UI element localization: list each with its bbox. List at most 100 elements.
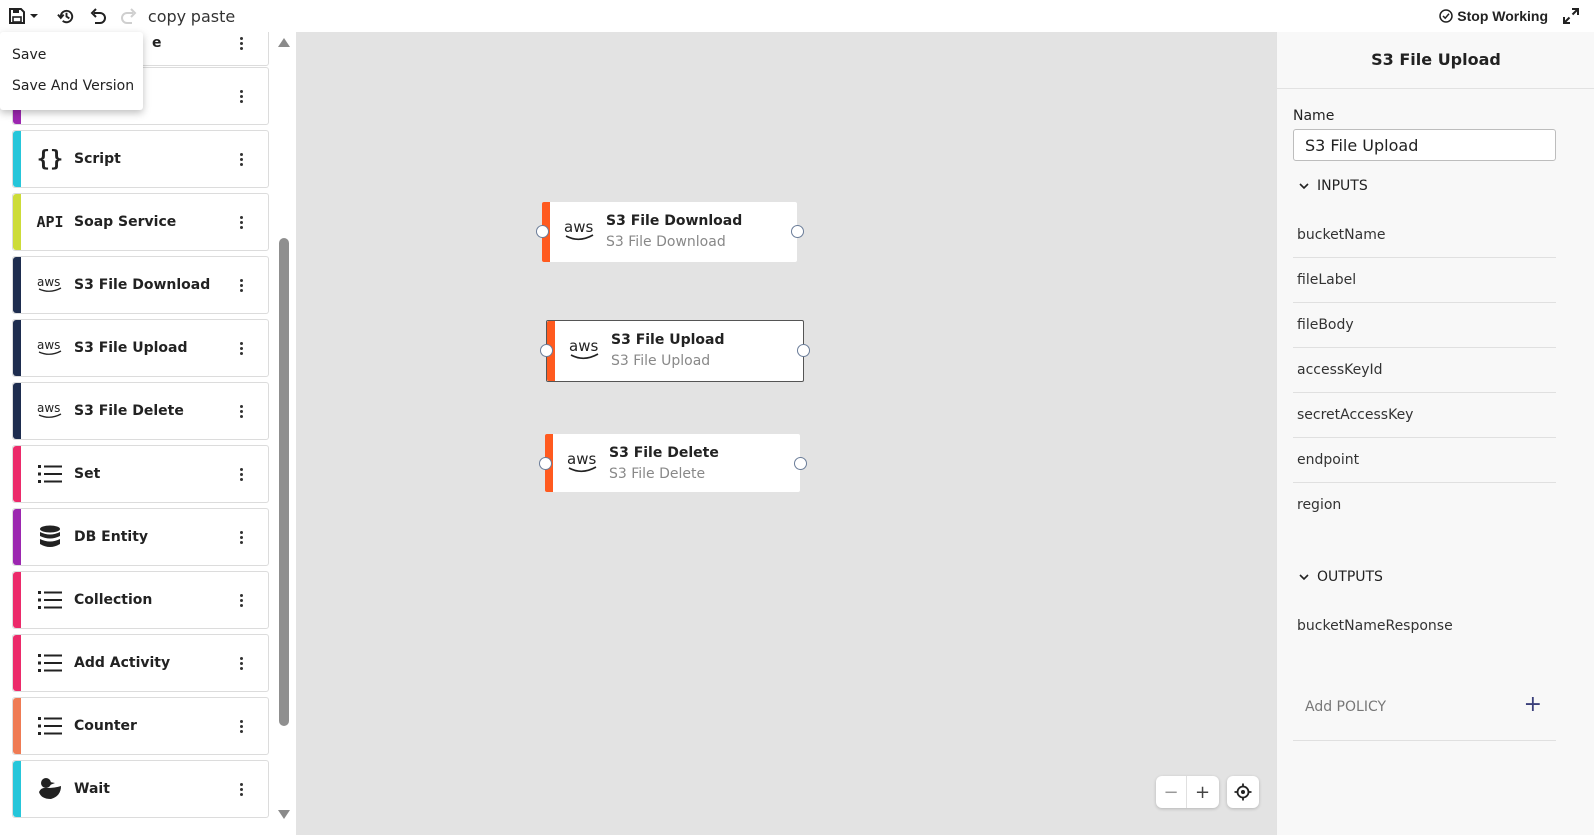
braces-icon: {} (36, 146, 64, 172)
add-policy-button[interactable]: + (1524, 692, 1542, 717)
database-icon (35, 522, 65, 552)
divider (1277, 88, 1594, 89)
palette-item-color-strip (13, 383, 21, 439)
redo-button[interactable] (118, 0, 140, 32)
api-icon: API (36, 213, 64, 231)
more-vert-icon[interactable] (234, 86, 248, 106)
fit-view-button[interactable] (1227, 776, 1259, 808)
node-input-port[interactable] (536, 225, 549, 238)
more-vert-icon[interactable] (234, 33, 248, 53)
palette-item-label: Counter (74, 718, 137, 734)
input-field-row[interactable]: endpoint (1293, 438, 1556, 483)
node-input-port[interactable] (539, 457, 552, 470)
duck-icon (35, 774, 65, 804)
palette-item-label: DB Entity (74, 529, 149, 545)
flow-node-s3-file-delete[interactable]: aws S3 File Delete S3 File Delete (539, 434, 807, 492)
save-dropdown-button[interactable] (5, 0, 41, 32)
palette-item-add-activity[interactable]: Add Activity (12, 634, 269, 692)
chevron-down-icon (29, 14, 38, 18)
node-subtitle: S3 File Download (606, 234, 726, 250)
aws-icon: aws (35, 396, 65, 426)
palette-item-s3-file-download[interactable]: aws S3 File Download (12, 256, 269, 314)
node-output-port[interactable] (797, 344, 810, 357)
svg-text:aws: aws (569, 337, 598, 355)
node-title: S3 File Upload (611, 332, 725, 348)
palette-item-db-entity[interactable]: DB Entity (12, 508, 269, 566)
scroll-up-arrow-icon[interactable] (278, 38, 290, 47)
more-vert-icon[interactable] (234, 212, 248, 232)
svg-text:aws: aws (37, 401, 60, 415)
input-field-row[interactable]: region (1293, 483, 1556, 528)
zoom-out-button[interactable]: − (1156, 776, 1187, 808)
more-vert-icon[interactable] (234, 779, 248, 799)
more-vert-icon[interactable] (234, 464, 248, 484)
svg-text:aws: aws (567, 450, 596, 468)
more-vert-icon[interactable] (234, 716, 248, 736)
palette-item-label: S3 File Download (74, 277, 211, 293)
history-button[interactable] (55, 0, 77, 32)
toolbar: copy paste Stop Working (0, 0, 1594, 32)
node-title: S3 File Delete (609, 445, 719, 461)
save-menu: Save Save And Version (0, 32, 143, 110)
node-output-port[interactable] (791, 225, 804, 238)
svg-text:aws: aws (564, 218, 593, 236)
svg-text:aws: aws (37, 338, 60, 352)
input-field-label: accessKeyId (1297, 362, 1383, 378)
palette-item-set[interactable]: Set (12, 445, 269, 503)
stop-working-label: Stop Working (1457, 8, 1548, 24)
input-field-label: fileBody (1297, 317, 1354, 333)
input-field-row[interactable]: bucketName (1293, 213, 1556, 258)
flow-canvas[interactable]: aws S3 File Download S3 File Download aw… (296, 32, 1276, 835)
node-subtitle: S3 File Delete (609, 466, 706, 482)
palette-item-script[interactable]: {} Script (12, 130, 269, 188)
inputs-section-toggle[interactable]: INPUTS (1299, 178, 1368, 194)
node-input-port[interactable] (540, 344, 553, 357)
more-vert-icon[interactable] (234, 527, 248, 547)
scroll-thumb[interactable] (279, 238, 289, 726)
save-menu-item-save[interactable]: Save (0, 40, 143, 71)
inputs-section-label: INPUTS (1317, 178, 1368, 194)
more-vert-icon[interactable] (234, 653, 248, 673)
copy-button[interactable]: copy (148, 0, 186, 32)
flow-node-s3-file-download[interactable]: aws S3 File Download S3 File Download (536, 202, 804, 262)
palette-item-counter[interactable]: Counter (12, 697, 269, 755)
stop-working-button[interactable]: Stop Working (1439, 0, 1548, 32)
palette-item-soap-service[interactable]: API Soap Service (12, 193, 269, 251)
output-field-row[interactable]: bucketNameResponse (1293, 604, 1556, 649)
more-vert-icon[interactable] (234, 338, 248, 358)
list-icon (35, 711, 65, 741)
undo-button[interactable] (87, 0, 109, 32)
input-field-label: bucketName (1297, 227, 1386, 243)
palette-item-s3-file-delete[interactable]: aws S3 File Delete (12, 382, 269, 440)
outputs-section-toggle[interactable]: OUTPUTS (1299, 569, 1383, 585)
add-policy-row: Add POLICY + (1293, 681, 1556, 741)
input-field-row[interactable]: fileLabel (1293, 258, 1556, 303)
zoom-in-button[interactable]: + (1187, 776, 1218, 808)
aws-icon: aws (35, 333, 65, 363)
paste-button[interactable]: paste (191, 0, 235, 32)
palette-item-collection[interactable]: Collection (12, 571, 269, 629)
flow-node-s3-file-upload[interactable]: aws S3 File Upload S3 File Upload (540, 320, 810, 382)
palette-item-label: Add Activity (74, 655, 171, 671)
more-vert-icon[interactable] (234, 275, 248, 295)
outputs-section-label: OUTPUTS (1317, 569, 1383, 585)
palette-item-label: Script (74, 151, 121, 167)
save-menu-item-save-and-version[interactable]: Save And Version (0, 71, 143, 102)
input-field-label: fileLabel (1297, 272, 1357, 288)
more-vert-icon[interactable] (234, 590, 248, 610)
palette-scrollbar[interactable] (277, 32, 291, 835)
input-field-row[interactable]: secretAccessKey (1293, 393, 1556, 438)
add-policy-label: Add POLICY (1305, 699, 1387, 715)
input-field-row[interactable]: accessKeyId (1293, 348, 1556, 393)
name-input[interactable] (1293, 129, 1556, 161)
palette-item-s3-file-upload[interactable]: aws S3 File Upload (12, 319, 269, 377)
scroll-down-arrow-icon[interactable] (278, 810, 290, 819)
expand-button[interactable] (1562, 0, 1580, 32)
palette-item-color-strip (13, 635, 21, 691)
save-icon (8, 8, 25, 24)
more-vert-icon[interactable] (234, 401, 248, 421)
input-field-row[interactable]: fileBody (1293, 303, 1556, 348)
node-output-port[interactable] (794, 457, 807, 470)
more-vert-icon[interactable] (234, 149, 248, 169)
palette-item-wait[interactable]: Wait (12, 760, 269, 818)
